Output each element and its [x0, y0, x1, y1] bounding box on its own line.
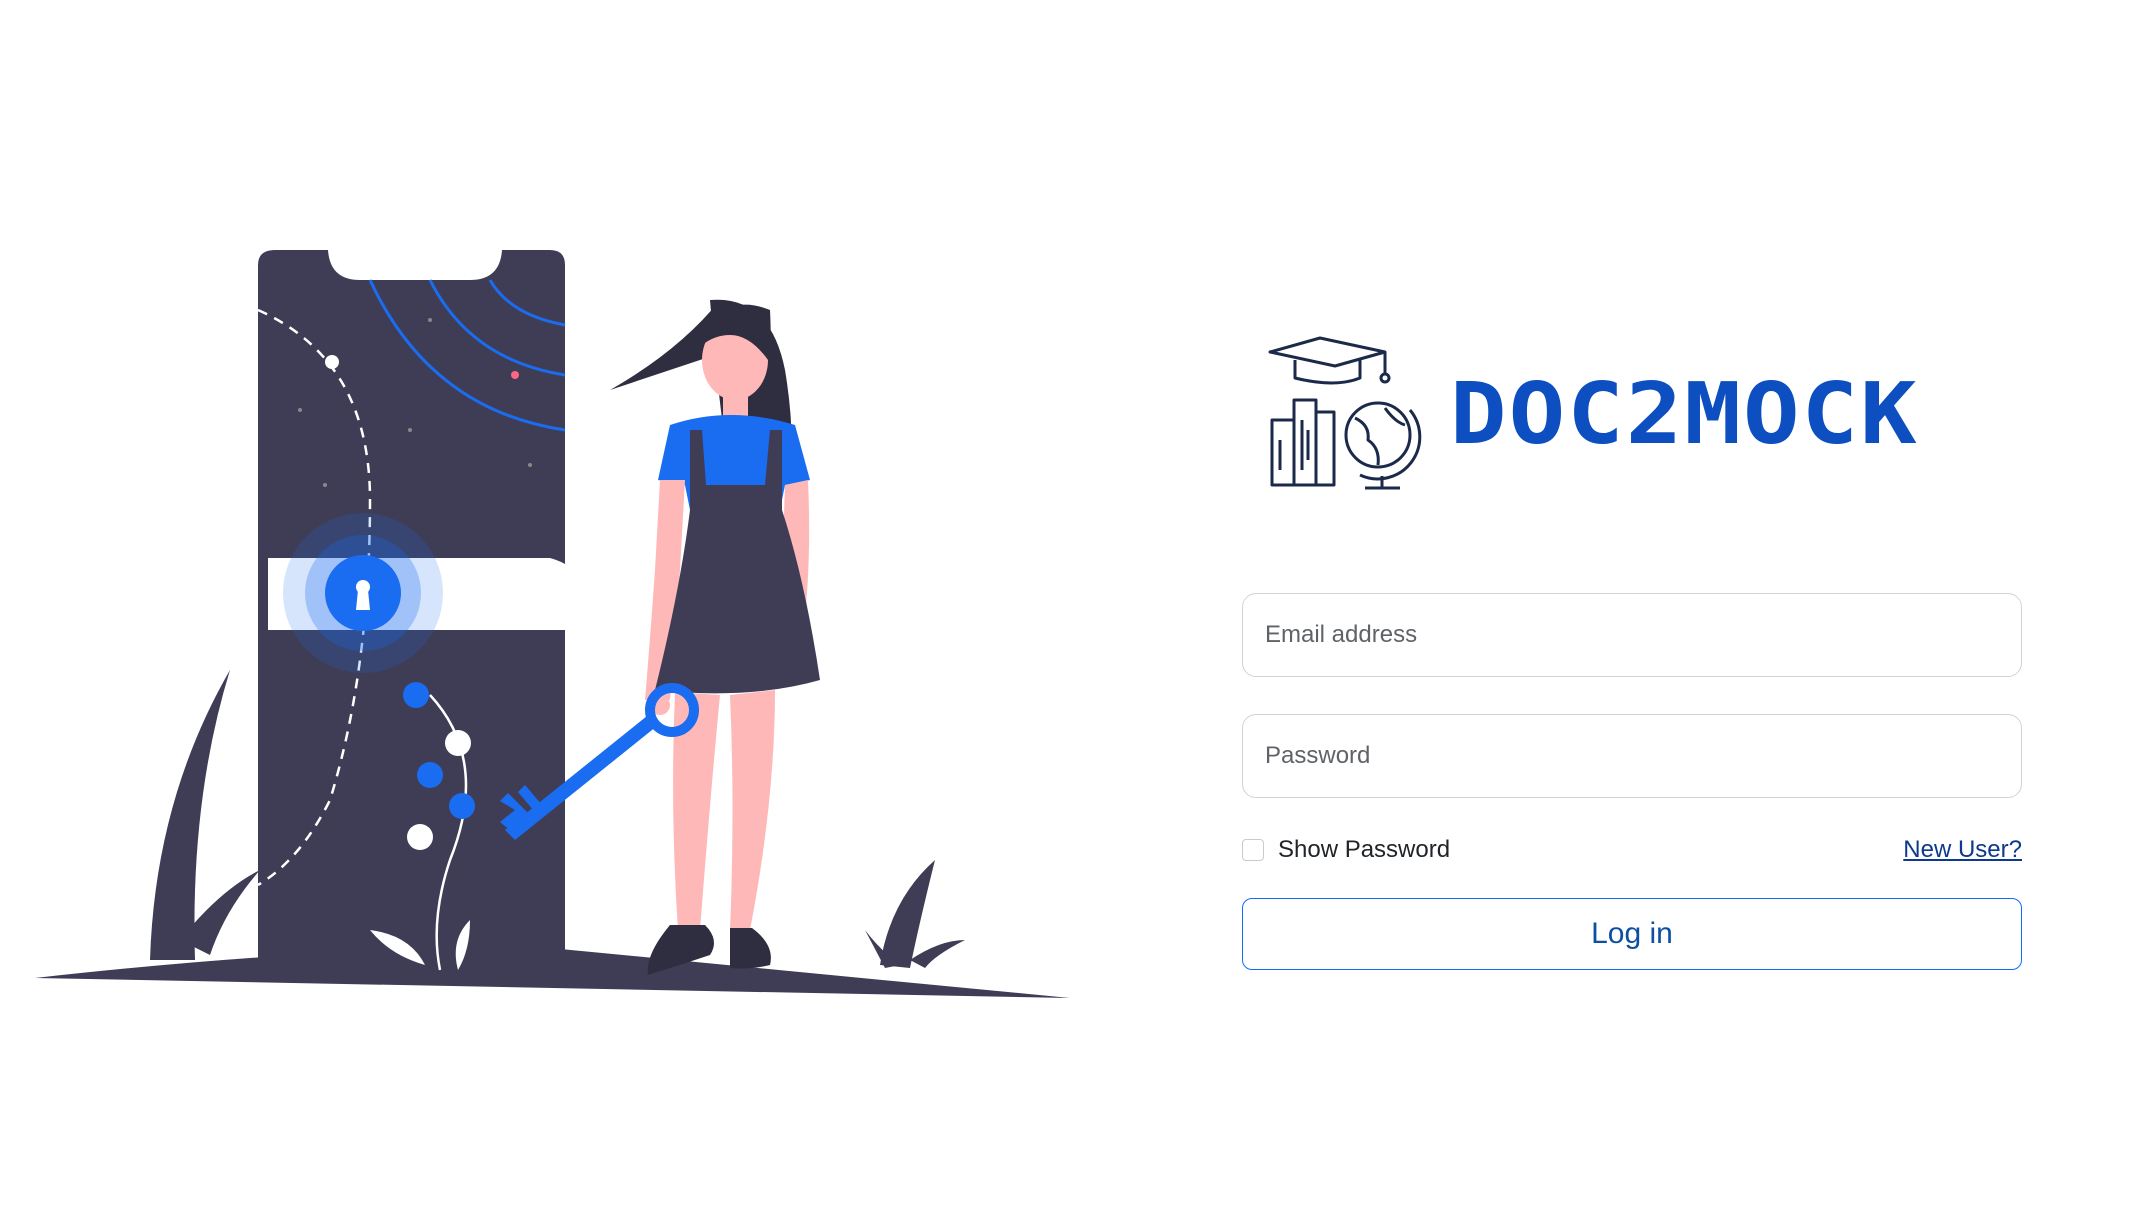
show-password-checkbox[interactable]: [1242, 839, 1264, 861]
login-button[interactable]: Log in: [1242, 898, 2022, 970]
password-input[interactable]: [1263, 741, 2001, 771]
security-illustration: [30, 240, 1080, 1010]
brand-logo: DOC2MOCK: [1242, 325, 2024, 505]
login-panel: DOC2MOCK Show Password New User? Log in: [1242, 325, 2024, 970]
brand-name: DOC2MOCK: [1450, 365, 1919, 464]
show-password-toggle[interactable]: Show Password: [1242, 836, 1450, 864]
password-field[interactable]: [1242, 714, 2022, 798]
email-input[interactable]: [1263, 620, 2001, 650]
login-page: DOC2MOCK Show Password New User? Log in: [0, 0, 2150, 1219]
form-options-row: Show Password New User?: [1242, 836, 2022, 864]
email-field[interactable]: [1242, 593, 2022, 677]
show-password-label[interactable]: Show Password: [1278, 836, 1450, 864]
new-user-link[interactable]: New User?: [1903, 836, 2022, 864]
graduation-cap-books-globe-icon: [1268, 336, 1422, 490]
